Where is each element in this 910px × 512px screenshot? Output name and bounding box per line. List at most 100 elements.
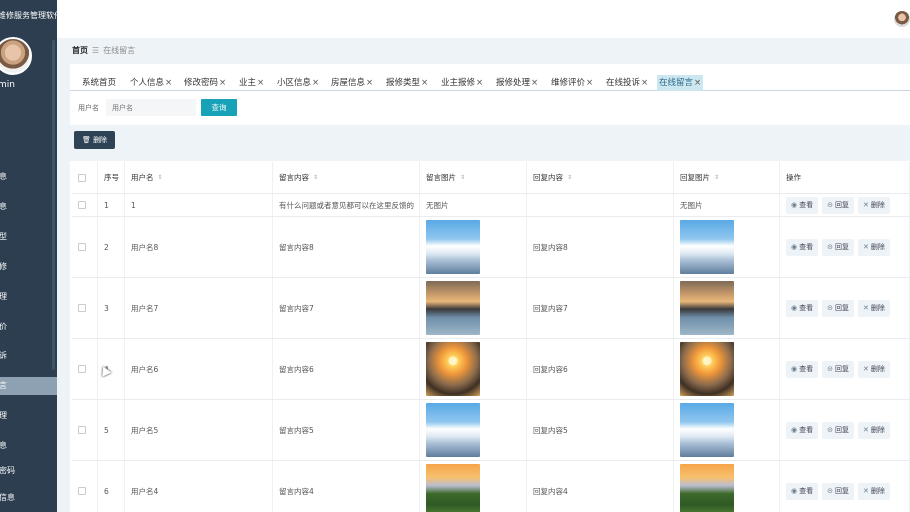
tab-item[interactable]: 维修评价× [549, 75, 595, 91]
reply-button[interactable]: ⊝ 回复 [822, 421, 854, 439]
delete-button[interactable]: ✕ 删除 [857, 482, 890, 500]
view-button[interactable]: ◉ 查看 [786, 299, 819, 317]
sidebar-item[interactable]: 言 [0, 377, 57, 395]
sort-icon[interactable]: ⇕ [313, 174, 318, 181]
batch-delete-button[interactable]: 🗑 删除 [74, 131, 115, 149]
sort-icon[interactable]: ⇕ [567, 174, 572, 181]
sidebar-item-label: 价 [0, 322, 7, 331]
sidebar-item[interactable]: 理 [0, 288, 57, 306]
row-checkbox[interactable] [78, 365, 86, 373]
image-thumbnail[interactable] [680, 403, 734, 457]
table-cell: 用户名7 [125, 278, 273, 338]
avatar[interactable] [0, 37, 32, 75]
reply-button[interactable]: ⊝ 回复 [822, 360, 854, 378]
row-actions: ◉ 查看 ⊝ 回复 ✕ 删除 [786, 360, 890, 378]
tab-item[interactable]: 系统首页 [80, 75, 118, 91]
tab-item[interactable]: 报修处理× [494, 75, 540, 91]
reply-button[interactable]: ⊝ 回复 [822, 482, 854, 500]
select-all-checkbox[interactable] [78, 173, 86, 182]
tab-item[interactable]: 业主× [237, 75, 266, 91]
image-thumbnail[interactable] [426, 403, 480, 457]
username-search-input[interactable] [106, 99, 196, 116]
table-cell [72, 400, 98, 460]
image-thumbnail[interactable] [426, 281, 480, 335]
reply-button[interactable]: ⊝ 回复 [822, 238, 854, 256]
tab-item[interactable]: 修改密码× [182, 75, 228, 91]
table-cell: 留言内容5 [273, 400, 420, 460]
table-cell [72, 217, 98, 277]
tab-close-icon[interactable]: × [257, 78, 264, 88]
reply-icon: ⊝ [827, 242, 833, 251]
view-button[interactable]: ◉ 查看 [786, 421, 819, 439]
sidebar-item[interactable]: 价 [0, 318, 57, 336]
delete-button[interactable]: ✕ 删除 [857, 299, 890, 317]
sidebar-item[interactable]: 型 [0, 228, 57, 246]
table-cell: 回复内容4 [527, 461, 674, 512]
breadcrumb-home[interactable]: 首页 [72, 46, 88, 55]
reply-text: 回复内容4 [533, 486, 568, 496]
tab-close-icon[interactable]: × [531, 78, 538, 88]
tab-item[interactable]: 房屋信息× [329, 75, 375, 91]
image-thumbnail[interactable] [426, 342, 480, 396]
row-checkbox[interactable] [78, 487, 86, 495]
sidebar-item[interactable]: 修 [0, 258, 57, 276]
row-checkbox[interactable] [78, 243, 86, 251]
sort-icon[interactable]: ⇕ [714, 174, 719, 181]
sidebar-item[interactable]: 理 [0, 407, 57, 425]
sort-icon[interactable]: ⇕ [158, 174, 163, 181]
image-thumbnail[interactable] [426, 220, 480, 274]
image-thumbnail[interactable] [680, 220, 734, 274]
tab-close-icon[interactable]: × [641, 78, 648, 88]
tab-close-icon[interactable]: × [219, 78, 226, 88]
delete-button[interactable]: ✕ 删除 [857, 360, 890, 378]
table-cell: 留言内容7 [273, 278, 420, 338]
sidebar-item[interactable]: 密码 [0, 462, 57, 480]
table-row: 3 用户名7 留言内容7 回复内容7 ◉ 查看 ⊝ 回复 ✕ 删除 [72, 278, 910, 339]
tab-close-icon[interactable]: × [312, 78, 319, 88]
tab-close-icon[interactable]: × [165, 78, 172, 88]
delete-button[interactable]: ✕ 删除 [857, 196, 890, 214]
tab-item[interactable]: 个人信息× [128, 75, 174, 91]
view-button[interactable]: ◉ 查看 [786, 196, 819, 214]
tab-close-icon[interactable]: × [366, 78, 373, 88]
sidebar-item-label: 密码 [0, 466, 15, 475]
tab-close-icon[interactable]: × [476, 78, 483, 88]
row-actions: ◉ 查看 ⊝ 回复 ✕ 删除 [786, 299, 890, 317]
tab-close-icon[interactable]: × [586, 78, 593, 88]
view-button[interactable]: ◉ 查看 [786, 238, 819, 256]
image-thumbnail[interactable] [426, 464, 480, 512]
tab-close-icon[interactable]: × [421, 78, 428, 88]
reply-button[interactable]: ⊝ 回复 [822, 299, 854, 317]
row-checkbox[interactable] [78, 426, 86, 434]
tab-item[interactable]: 业主报修× [439, 75, 485, 91]
reply-button[interactable]: ⊝ 回复 [822, 196, 854, 214]
header-label: 回复内容 [533, 173, 563, 182]
delete-button[interactable]: ✕ 删除 [857, 238, 890, 256]
tab-item[interactable]: 在线留言× [657, 75, 704, 91]
image-thumbnail[interactable] [680, 342, 734, 396]
eye-icon: ◉ [791, 425, 798, 434]
sidebar-item[interactable]: 息 [0, 168, 57, 186]
tab-item[interactable]: 报修类型× [384, 75, 430, 91]
tab-item[interactable]: 在线投诉× [604, 75, 650, 91]
view-button[interactable]: ◉ 查看 [786, 360, 819, 378]
view-button[interactable]: ◉ 查看 [786, 482, 819, 500]
sidebar-item[interactable]: 息 [0, 198, 57, 216]
tab-item[interactable]: 小区信息× [275, 75, 321, 91]
user-avatar[interactable] [894, 11, 910, 27]
delete-button[interactable]: ✕ 删除 [857, 421, 890, 439]
image-thumbnail[interactable] [680, 464, 734, 512]
sidebar-item-label: 理 [0, 411, 7, 420]
sort-icon[interactable]: ⇕ [460, 174, 465, 181]
sidebar-item[interactable]: 诉 [0, 347, 57, 365]
sidebar-item[interactable]: 息 [0, 437, 57, 455]
tab-close-icon[interactable]: × [694, 78, 701, 88]
breadcrumb-current: 在线留言 [103, 46, 136, 55]
row-checkbox[interactable] [78, 201, 86, 209]
image-thumbnail[interactable] [680, 281, 734, 335]
query-button[interactable]: 查询 [201, 99, 237, 116]
row-checkbox[interactable] [78, 304, 86, 312]
eye-icon: ◉ [791, 303, 798, 312]
tab-label: 个人信息 [130, 78, 165, 88]
sidebar-item[interactable]: 信息 [0, 489, 57, 507]
